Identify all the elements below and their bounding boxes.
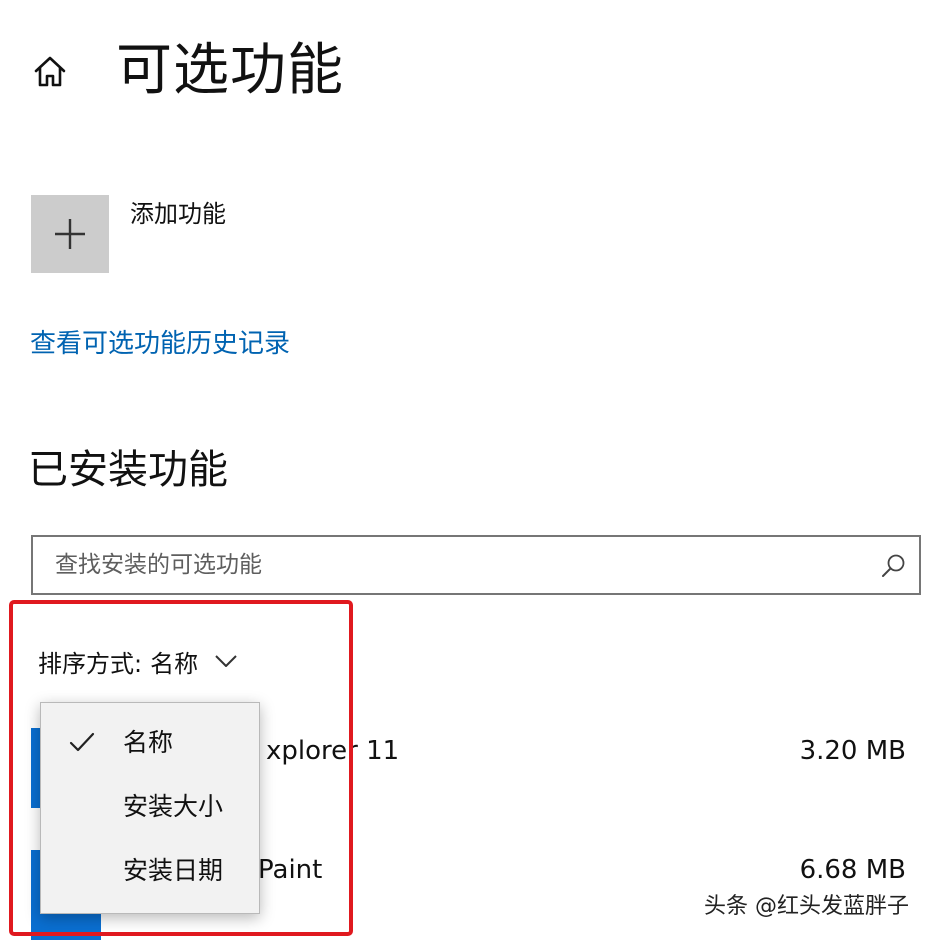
feature-size: 3.20 MB bbox=[799, 736, 906, 766]
sort-menu: 名称 安装大小 安装日期 bbox=[40, 702, 260, 914]
watermark: 头条 @红头发蓝胖子 bbox=[704, 894, 909, 919]
installed-features-heading: 已安装功能 bbox=[28, 447, 228, 493]
add-feature-label[interactable]: 添加功能 bbox=[130, 198, 226, 230]
home-icon bbox=[34, 56, 66, 87]
chevron-down-icon bbox=[215, 655, 237, 667]
page-title: 可选功能 bbox=[116, 38, 344, 103]
sort-dropdown[interactable]: 排序方式: 名称 bbox=[38, 644, 238, 678]
sort-option-label: 名称 bbox=[123, 728, 174, 757]
plus-icon bbox=[55, 219, 85, 249]
feature-size: 6.68 MB bbox=[799, 855, 906, 885]
add-feature-button[interactable] bbox=[31, 195, 109, 273]
feature-history-link[interactable]: 查看可选功能历史记录 bbox=[30, 327, 290, 361]
sort-option-name[interactable]: 名称 bbox=[41, 713, 259, 773]
sort-option-label: 安装大小 bbox=[123, 792, 224, 821]
sort-selected-value: 名称 bbox=[150, 649, 199, 678]
search-icon[interactable] bbox=[879, 552, 907, 580]
search-box bbox=[31, 535, 921, 595]
feature-name[interactable]: xplorer 11 bbox=[266, 734, 399, 768]
checkmark-icon bbox=[69, 732, 95, 752]
sort-option-label: 安装日期 bbox=[123, 856, 224, 885]
sort-option-size[interactable]: 安装大小 bbox=[41, 777, 259, 837]
search-input[interactable] bbox=[55, 537, 855, 593]
sort-option-date[interactable]: 安装日期 bbox=[41, 841, 259, 901]
home-button[interactable] bbox=[28, 50, 72, 94]
sort-label: 排序方式: bbox=[38, 649, 143, 678]
feature-name[interactable]: Paint bbox=[258, 853, 322, 887]
